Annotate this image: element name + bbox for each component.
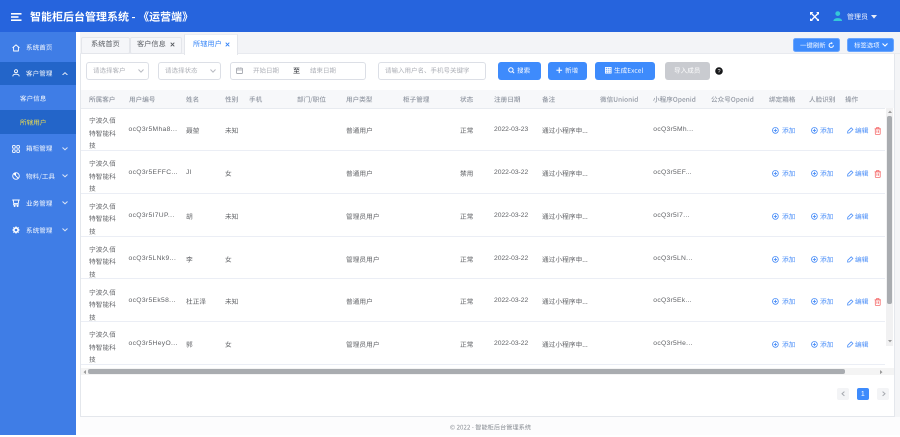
svg-text:?: ? [717,69,720,75]
